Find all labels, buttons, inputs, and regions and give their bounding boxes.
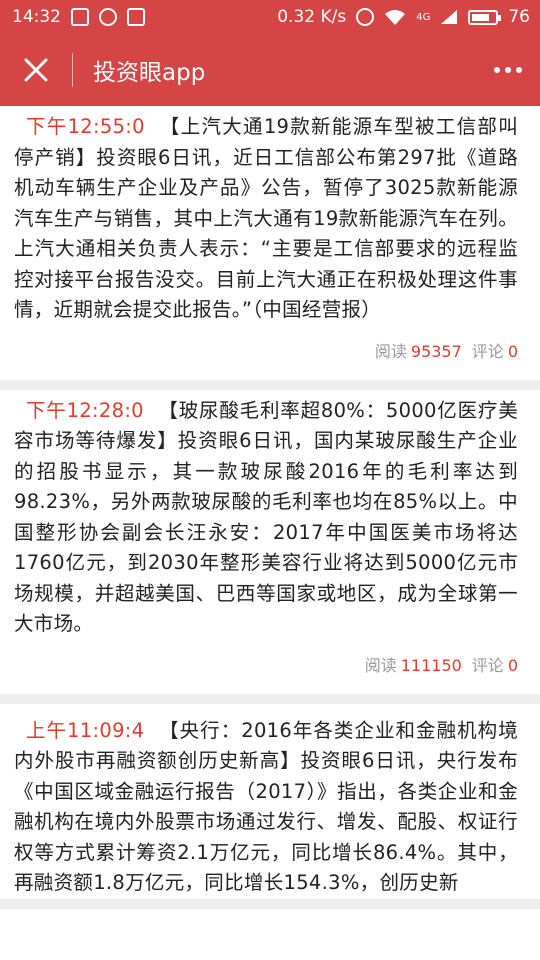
- network-speed: 0.32 K/s: [277, 7, 347, 27]
- news-content: 下午12:55:0 【上汽大通19款新能源车型被工信部叫停产销】投资眼6日讯，近日…: [14, 112, 518, 326]
- close-icon: [24, 58, 48, 82]
- app-notification-icon: [99, 8, 117, 26]
- news-time: 下午12:28:0: [26, 398, 144, 422]
- status-bar-left: 14:32: [12, 7, 145, 27]
- news-content: 下午12:28:0 【玻尿酸毛利率超80%：5000亿医疗美容市场等待爆发】投资眼…: [14, 396, 518, 640]
- status-bar-right: 0.32 K/s 4G 76: [277, 7, 530, 27]
- news-item[interactable]: 下午12:55:0 【上汽大通19款新能源车型被工信部叫停产销】投资眼6日讯，近日…: [0, 106, 540, 390]
- status-bar: 14:32 0.32 K/s 4G 76: [0, 0, 540, 34]
- news-feed[interactable]: 下午12:55:0 【上汽大通19款新能源车型被工信部叫停产销】投资眼6日讯，近日…: [0, 106, 540, 909]
- read-label: 阅读: [374, 341, 407, 361]
- news-time: 上午11:09:4: [26, 718, 145, 742]
- news-meta: 阅读 111150 评论 0: [14, 640, 518, 694]
- news-meta: 阅读 95357 评论 0: [14, 326, 518, 380]
- read-label: 阅读: [364, 655, 397, 675]
- close-button[interactable]: [0, 34, 72, 106]
- news-content: 上午11:09:4 【央行：2016年各类企业和金融机构境内外股市再融资额创历史新…: [14, 710, 518, 899]
- news-item[interactable]: 下午12:28:0 【玻尿酸毛利率超80%：5000亿医疗美容市场等待爆发】投资眼…: [0, 390, 540, 704]
- nav-bar: 投资眼app: [0, 34, 540, 106]
- more-dot: [505, 67, 511, 73]
- comment-count: 0: [507, 655, 518, 675]
- notification-icon: [71, 8, 89, 26]
- image-icon: [127, 8, 145, 26]
- page-title: 投资眼app: [93, 60, 206, 86]
- news-body: 【央行：2016年各类企业和金融机构境内外股市再融资额创历史新高】投资眼6日讯，…: [14, 718, 519, 895]
- more-dot: [516, 67, 522, 73]
- read-count: 95357: [410, 341, 462, 361]
- news-body: 【上汽大通19款新能源车型被工信部叫停产销】投资眼6日讯，近日工信部公布第297…: [14, 115, 519, 321]
- read-count: 111150: [400, 655, 462, 675]
- news-time: 下午12:55:0: [26, 115, 145, 138]
- wifi-icon: [385, 10, 406, 25]
- nav-divider: [72, 53, 73, 87]
- news-item[interactable]: 上午11:09:4 【央行：2016年各类企业和金融机构境内外股市再融资额创历史新…: [0, 704, 540, 909]
- comment-count: 0: [507, 341, 518, 361]
- signal-type: 4G: [416, 11, 431, 23]
- more-button[interactable]: [494, 34, 522, 106]
- status-time: 14:32: [12, 7, 61, 27]
- battery-level: 76: [508, 7, 530, 27]
- signal-icon: [441, 10, 458, 24]
- comment-label: 评论: [471, 341, 504, 361]
- alarm-icon: [356, 8, 375, 26]
- news-body: 【玻尿酸毛利率超80%：5000亿医疗美容市场等待爆发】投资眼6日讯，国内某玻尿…: [14, 398, 518, 636]
- more-dots-icon: [494, 67, 500, 73]
- battery-icon: [468, 9, 502, 25]
- comment-label: 评论: [471, 655, 504, 675]
